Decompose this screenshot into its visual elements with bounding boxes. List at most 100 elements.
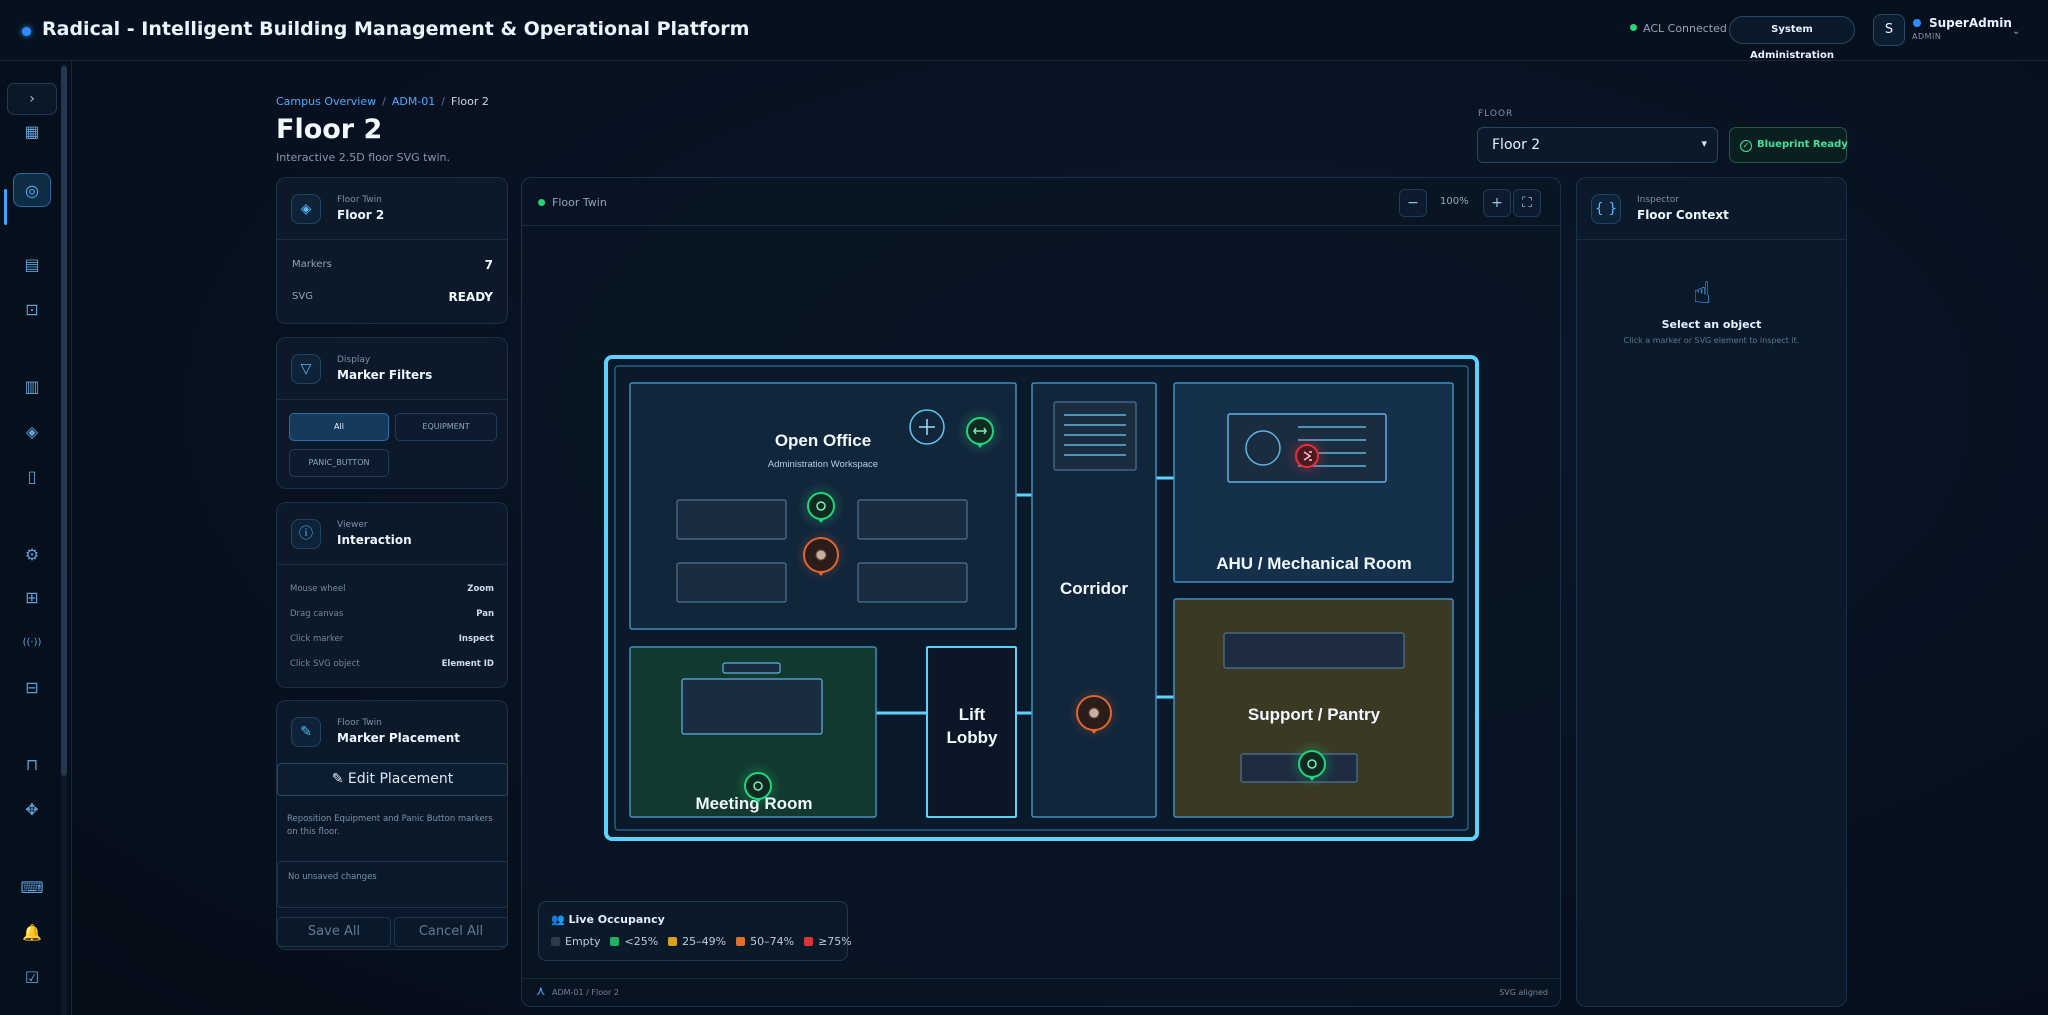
svg-label: SVG: [292, 291, 313, 302]
pin-edit-icon: ✎: [291, 717, 321, 747]
panic-button-marker[interactable]: [1068, 687, 1120, 739]
floor-select-label: FLOOR: [1478, 109, 1514, 119]
user-name[interactable]: SuperAdmin: [1929, 16, 2012, 30]
pin-edit-icon: ✎: [331, 771, 348, 787]
legend-swatch: [668, 937, 678, 946]
legend-item: Empty: [551, 935, 600, 948]
filter-all-button[interactable]: All: [289, 413, 389, 441]
equipment-marker[interactable]: [734, 762, 782, 810]
legend-swatch: [610, 937, 620, 946]
signal-icon[interactable]: ((·)): [13, 626, 51, 660]
acl-status: ACL Connected: [1630, 22, 1727, 35]
people-scan-icon[interactable]: ⊡: [13, 293, 51, 327]
legend-title-text: Live Occupancy: [568, 913, 665, 926]
pointer-hand-icon: ☝: [1693, 276, 1712, 311]
floor-twin-viewer[interactable]: Floor Twin − 100% + ⛶ Open Office Admini…: [521, 177, 1561, 1007]
page-subtitle: Interactive 2.5D floor SVG twin.: [276, 151, 450, 164]
building-icon[interactable]: ▯: [13, 460, 51, 494]
interaction-row-label: Click SVG object: [290, 659, 360, 669]
breadcrumb-current: Floor 2: [451, 95, 489, 108]
system-administration-button[interactable]: System Administration: [1729, 16, 1855, 61]
info-icon: ⓘ: [291, 519, 321, 549]
buildings-icon[interactable]: ▥: [13, 370, 51, 404]
move-icon[interactable]: ✥: [13, 793, 51, 827]
legend-title: 👥 Live Occupancy: [551, 913, 665, 926]
room-label: Lobby: [947, 728, 999, 747]
filter-panic-button-button[interactable]: PANIC_BUTTON: [289, 449, 389, 477]
avatar[interactable]: S: [1873, 14, 1905, 46]
user-status-dot: [1913, 19, 1921, 27]
breadcrumb-separator: /: [382, 95, 386, 108]
analytics-icon[interactable]: ▤: [13, 248, 51, 282]
screen: [722, 662, 781, 674]
card-title: Floor 2: [337, 208, 385, 222]
terminal-icon[interactable]: ⌨: [13, 871, 51, 905]
equipment-marker[interactable]: [1288, 740, 1336, 788]
chevron-down-icon[interactable]: ⌄: [2012, 26, 2020, 37]
card-title: Interaction: [337, 533, 412, 547]
room-label: Open Office: [775, 431, 871, 450]
floor-twin-icon[interactable]: ◎: [13, 173, 51, 207]
layers-icon: ◈: [291, 194, 321, 224]
viewer-label: Floor Twin: [552, 196, 607, 209]
interaction-card: ⓘ Viewer Interaction Mouse wheel Zoom Dr…: [276, 502, 508, 688]
breadcrumb-building-link[interactable]: ADM-01: [392, 95, 435, 108]
network-icon[interactable]: ⊟: [13, 671, 51, 705]
room-sublabel: Administration Workspace: [768, 459, 878, 470]
chip-icon[interactable]: ⊞: [13, 581, 51, 615]
floor-select[interactable]: Floor 2 ▾: [1477, 127, 1718, 163]
legend-item: <25%: [610, 935, 658, 948]
card-kicker: Floor Twin: [337, 718, 382, 728]
room-lift-lobby[interactable]: Lift Lobby: [926, 646, 1017, 818]
sidebar-expand-button[interactable]: ›: [7, 83, 57, 115]
room-corridor[interactable]: Corridor: [1031, 382, 1157, 818]
card-kicker: Display: [337, 355, 371, 365]
bell-icon[interactable]: 🔔: [13, 916, 51, 950]
fit-view-button[interactable]: ⛶: [1513, 189, 1541, 217]
breadcrumb-campus-link[interactable]: Campus Overview: [276, 95, 376, 108]
marker-placement-card: ✎ Floor Twin Marker Placement ✎ Edit Pla…: [276, 700, 508, 950]
blueprint-status-badge: ✓ Blueprint Ready: [1729, 127, 1848, 163]
card-kicker: Floor Twin: [337, 195, 382, 205]
sidebar-scrollbar-thumb[interactable]: [61, 66, 67, 776]
equipment-marker[interactable]: [956, 407, 1004, 455]
floor-select-value: Floor 2: [1492, 137, 1541, 153]
page-title: Floor 2: [276, 114, 383, 145]
edit-placement-button[interactable]: ✎ Edit Placement: [277, 763, 508, 796]
top-bar: Radical - Intelligent Building Managemen…: [0, 0, 2048, 61]
desk: [676, 562, 787, 603]
checklist-icon[interactable]: ☑: [13, 961, 51, 995]
panic-button-marker[interactable]: [795, 529, 847, 581]
zoom-out-button[interactable]: −: [1399, 189, 1427, 217]
room-label: Lift: [959, 705, 986, 724]
alarm-marker[interactable]: [1285, 434, 1329, 478]
viewer-footer: ⋏ ADM-01 / Floor 2 SVG aligned: [522, 978, 1560, 1006]
legend-item: 50–74%: [736, 935, 794, 948]
room-ahu-mechanical[interactable]: AHU / Mechanical Room: [1173, 382, 1454, 583]
interaction-row-label: Mouse wheel: [290, 584, 346, 594]
divider: [277, 239, 507, 240]
breadcrumb-separator: /: [441, 95, 445, 108]
floor-plan-svg[interactable]: Open Office Administration Workspace Cor…: [522, 226, 1561, 980]
filter-icon: ▽: [291, 354, 321, 384]
placement-description: Reposition Equipment and Panic Button ma…: [287, 814, 493, 837]
legend-swatch: [551, 937, 560, 946]
robot-arm-icon[interactable]: ⚙: [13, 538, 51, 572]
elevator-icon[interactable]: ⊓: [13, 748, 51, 782]
legend-label: <25%: [624, 935, 659, 948]
viewer-header: Floor Twin − 100% + ⛶: [522, 178, 1560, 226]
filter-equipment-button[interactable]: EQUIPMENT: [395, 413, 497, 441]
add-marker-icon[interactable]: [909, 409, 945, 445]
equipment-marker[interactable]: [797, 482, 845, 530]
zoom-in-button[interactable]: +: [1483, 189, 1511, 217]
compass-icon: ⋏: [536, 984, 546, 999]
cancel-all-button[interactable]: Cancel All: [394, 917, 508, 947]
legend-label: ≥75%: [818, 935, 852, 948]
dashboard-icon[interactable]: ▦: [13, 115, 51, 149]
save-all-button[interactable]: Save All: [277, 917, 391, 947]
occupancy-legend: 👥 Live Occupancy Empty <25% 25–49% 50–74% ≥7…: [538, 901, 852, 961]
card-title: Marker Filters: [337, 368, 433, 382]
inspector-empty-hint: Click a marker or SVG element to inspect…: [1623, 336, 1800, 345]
layers-icon[interactable]: ◈: [13, 415, 51, 449]
legend-label: 25–49%: [682, 935, 727, 948]
